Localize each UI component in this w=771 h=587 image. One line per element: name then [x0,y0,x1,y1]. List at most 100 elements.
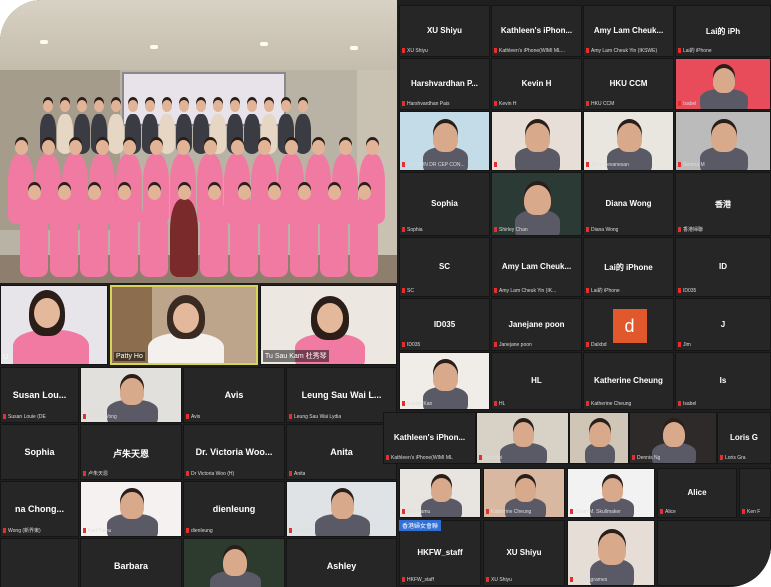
participant-tile[interactable]: Susan Lou... Susan Louie (DE [0,367,79,423]
participant-name: Loris G [729,433,758,442]
participant-tile[interactable]: Sophia [0,424,79,480]
participant-tile[interactable]: dienleung dienleung [183,481,285,537]
participant-caption: Isabel [678,401,696,407]
participant-tile[interactable]: 卢朱天恩 卢朱天恩 [80,424,182,480]
participant-tile[interactable]: Kathleen's iPhon... Kathleen's iPhone(WIM… [383,412,476,464]
participant-caption: HKFW_staff [402,577,434,583]
participant-tile[interactable]: XU Shiyu XU Shiyu [483,520,565,586]
video-tile[interactable]: Karl Pamu [80,481,182,537]
mic-muted-icon [678,401,681,407]
participant-tile[interactable]: Ashley [286,538,397,587]
caption-text: Isabel [683,101,697,107]
participant-tile[interactable]: Kathleen's iPhon... Kathleen's iPhone(WIM… [491,5,582,57]
participant-tile[interactable]: Lai的 iPh Lai的 iPhone [675,5,771,57]
video-tile[interactable]: Isabel [675,58,771,110]
participant-caption: Avis [186,414,200,420]
participant-tile[interactable]: SC SC [399,237,490,297]
person-head [162,100,172,112]
participant-tile[interactable]: Is Isabel [675,352,771,410]
participant-face [713,68,735,94]
video-tile[interactable]: W POON DR CEP CON... [399,111,490,171]
video-tile[interactable]: Jerry Devanesan [583,111,674,171]
active-speaker-tile[interactable]: Patty Ho [110,285,258,365]
participant-name: Sophia [431,199,458,208]
mic-muted-icon [402,288,405,294]
video-tile[interactable]: Tu Sau Kam 杜秀琴 [260,285,397,365]
video-tile[interactable]: Serena M [675,111,771,171]
video-tile[interactable]: Katherine Cheung [483,468,565,518]
participant-caption: XU Shiyu [486,577,512,583]
mic-muted-icon [289,528,292,534]
participant-caption: Janejane poon [494,342,532,348]
person-head [327,185,341,200]
video-tile[interactable]: Candy Wong [80,367,182,423]
participant-tile[interactable]: XU Shiyu XU Shiyu [399,5,490,57]
participant-face [711,122,737,152]
person [200,199,228,277]
participant-tile[interactable]: Anita Anita [286,424,397,480]
participant-tile[interactable] [0,538,79,587]
participant-tile[interactable]: ID ID035 [675,237,771,297]
participant-tile[interactable]: Diana Wong Diana Wong [583,172,674,236]
participant-tile[interactable]: Alice Alice [657,468,737,518]
participant-tile[interactable]: HKU CCM HKU CCM [583,58,674,110]
mic-muted-icon [402,509,405,515]
person [260,199,288,277]
video-tile[interactable]: Zoom M. Skullmaker [567,468,655,518]
participant-tile[interactable]: Kevin H Kevin H [491,58,582,110]
participant-name: Leung Sau Wai L... [301,390,382,400]
video-tile[interactable] [569,412,629,464]
video-tile[interactable]: Pia Magrames [567,520,655,586]
participant-tile[interactable]: Janejane poon Janejane poon [491,298,582,351]
participant-caption: Karl Pamu [402,509,430,515]
caption-text: Amy Lam Cheuk Yin (IK... [499,288,557,294]
caption-text: Dennis Ng [637,455,661,461]
participant-tile[interactable]: Ken F [739,468,771,518]
group-photo [0,0,397,283]
video-tile[interactable]: Evelyn Kan [399,352,490,410]
participant-name: ID [719,262,727,271]
person-head [147,185,161,200]
participant-tile[interactable]: Katherine Cheung Katherine Cheung [583,352,674,410]
participant-tile[interactable]: na Chong... Wong (新界東) [0,481,79,537]
participant-tile[interactable] [657,520,771,586]
video-tile[interactable] [183,538,285,587]
video-tile[interactable]: Dennis Ng [629,412,717,464]
participant-caption: Jerry Devanesan [586,162,629,168]
person-head [60,100,70,112]
participant-tile[interactable]: Amy Lam Cheuk... Amy Lam Cheuk Yin (IKSWE… [583,5,674,57]
participant-tile[interactable]: Sophia Sophia [399,172,490,236]
participant-tile[interactable]: Harshvardhan P... Harshvardhan Pais [399,58,490,110]
participant-tile[interactable]: Leung Sau Wai L... Leung Sau Wai Lydia [286,367,397,423]
video-tile[interactable]: U [0,285,108,365]
ceiling-lights [40,40,48,44]
participant-tile[interactable]: Dr. Victoria Woo... Dr Victoria Woo (H) [183,424,285,480]
person-head [14,140,28,155]
participant-tile[interactable]: Avis Avis [183,367,285,423]
caption-text: amyof93 [294,528,314,534]
participant-tile[interactable]: HL HL [491,352,582,410]
participant-name: Lai的 iPhone [604,263,653,272]
participant-tile[interactable]: ID035 ID035 [399,298,490,351]
video-tile[interactable]: amyof93 [286,481,397,537]
participant-face [524,184,551,216]
participant-tile[interactable]: Loris G Loris Gra [717,412,771,464]
video-tile[interactable]: Vicki [491,111,582,171]
participant-tile[interactable]: Amy Lam Cheuk... Amy Lam Cheuk Yin (IK... [491,237,582,297]
participant-name: HL [531,376,542,385]
mic-muted-icon [494,401,497,407]
video-tile[interactable]: Shirley Chan [491,172,582,236]
participant-tile[interactable]: Lai的 iPhone Lai的 iPhone [583,237,674,297]
participant-tile[interactable]: 香港 香港婦聯 [675,172,771,236]
participant-caption: Candy Wong [83,414,117,420]
video-tile[interactable]: Karl Pamu [399,468,481,518]
participant-tile[interactable]: J Jim [675,298,771,351]
caption-text: Dalxbd [591,342,607,348]
participant-tile[interactable]: Barbara [80,538,182,587]
participant-tile[interactable]: d Dalxbd [583,298,674,351]
caption-text: Leung Sau Wai Lydia [294,414,342,420]
participant-name: J [720,319,726,329]
caption-text: ID035 [683,288,697,294]
video-tile[interactable]: Sudhani [476,412,569,464]
caption-text: Amy Lam Cheuk Yin (IKSWE) [591,48,658,54]
